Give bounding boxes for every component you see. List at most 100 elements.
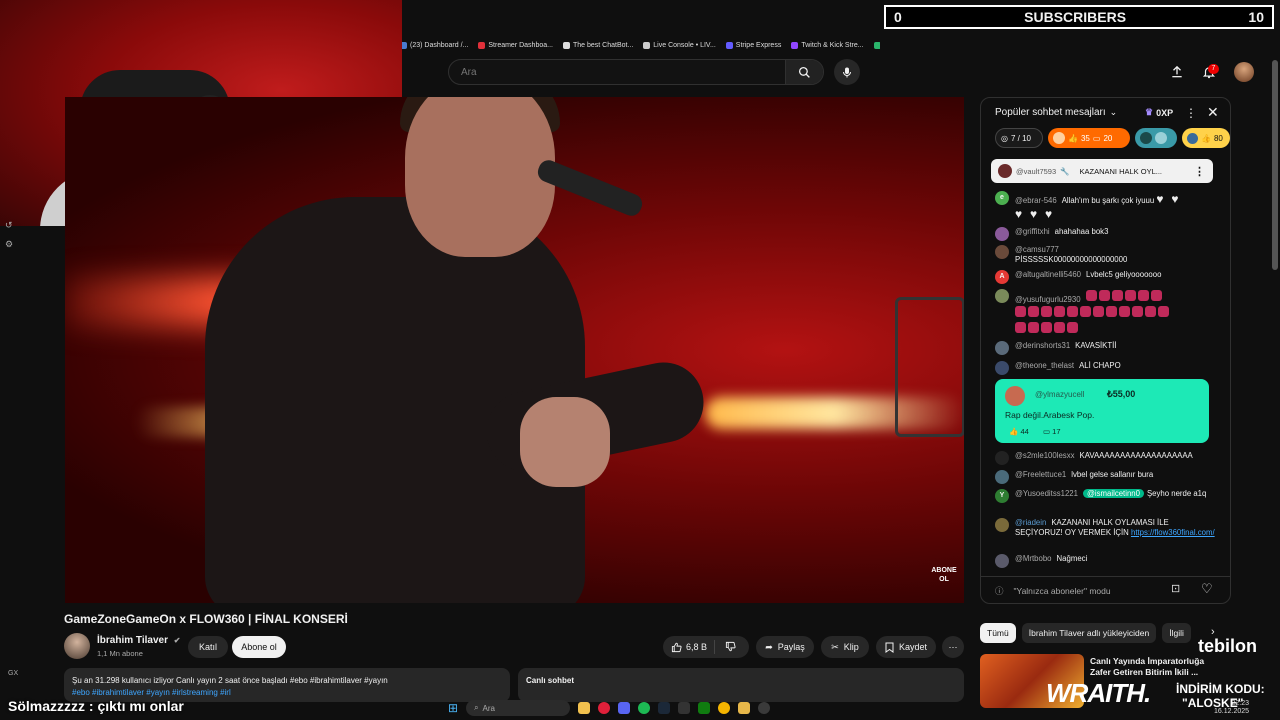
reaction-avatar-icon [1053, 132, 1065, 144]
bookmark-icon [885, 642, 894, 653]
chat-text: Lvbelc5 geliyooooooo [1086, 270, 1162, 279]
system-clock[interactable]: 22:23 16.12.2025 [1214, 700, 1249, 716]
chat-message[interactable]: @Freelettuce1 lvbel gelse sallanır bura [995, 470, 1215, 484]
account-avatar[interactable] [1234, 62, 1254, 82]
chat-message[interactable]: @Mrtbobo Nağmeci [995, 554, 1215, 568]
chat-mention[interactable]: @ismailcetinn0 [1082, 489, 1144, 498]
share-button[interactable]: ➦ Paylaş [756, 636, 814, 658]
dislike-button[interactable] [725, 641, 736, 654]
super-chat-icon[interactable]: ⊡ [1171, 582, 1180, 595]
search-input[interactable] [449, 60, 785, 84]
chat-text: Şeyho nerde a1q [1146, 489, 1207, 498]
channel-avatar[interactable] [64, 633, 90, 659]
bookmark-item[interactable]: (23) Dashboard /... [400, 41, 468, 49]
chat-message[interactable]: e @ebrar-546 Allah'ım bu şarkı çok iyuuu … [995, 191, 1215, 221]
windows-start-icon[interactable]: ⊞ [448, 701, 458, 715]
voice-search-button[interactable] [834, 59, 860, 85]
super-chat-reply-button[interactable]: ▭ 17 [1043, 427, 1061, 436]
discord-icon[interactable] [618, 702, 631, 714]
goal-progress-chip[interactable]: ◎ 7 / 10 [995, 128, 1043, 148]
xbox-icon[interactable] [698, 702, 711, 714]
reactions-chip[interactable]: 👍 35 ▭ 20 [1048, 128, 1130, 148]
xp-value: 0XP [1156, 107, 1174, 118]
xp-badge[interactable]: ♛ 0XP [1145, 107, 1173, 118]
spotify-icon[interactable] [638, 702, 651, 714]
video-player[interactable] [65, 97, 964, 603]
chat-avatar [995, 451, 1009, 465]
super-chat-like-button[interactable]: 👍 44 [1009, 427, 1029, 436]
tab-related[interactable]: İlgili [1162, 623, 1191, 643]
file-explorer-icon[interactable] [578, 702, 591, 714]
gold-reactions-chip[interactable]: 👍 80 [1182, 128, 1230, 148]
chat-message[interactable]: @riadein KAZANANI HALK OYLAMASI İLE SEÇİY… [995, 518, 1215, 538]
description-box[interactable]: Şu an 31.298 kullanıcı izliyor Canlı yay… [64, 668, 510, 702]
bookmark-item[interactable]: The best ChatBot... [562, 41, 633, 49]
bookmark-item[interactable]: Twitch & Kick Stre... [791, 41, 864, 49]
heart-icon[interactable]: ♡ [1201, 581, 1213, 597]
page-scrollbar[interactable] [1272, 60, 1278, 270]
chat-message[interactable]: @derinshorts31 KAVASİKTİİ [995, 341, 1215, 355]
related-video-title[interactable]: Canlı Yayında İmparatorluğa Zafer Getire… [1090, 656, 1210, 678]
opera-gx-icon[interactable] [598, 702, 611, 714]
heart-emoji-icon: ♥ [1156, 192, 1164, 206]
channel-name-text[interactable]: İbrahim Tilaver [97, 635, 168, 646]
description-tags[interactable]: #ebo #ibrahimtilaver #yayın #irlstreamin… [72, 688, 502, 697]
upload-button[interactable] [1166, 61, 1188, 83]
chat-mode-label: Popüler sohbet mesajları [995, 107, 1106, 118]
emotes-chip[interactable] [1135, 128, 1177, 148]
chrome-icon[interactable] [718, 702, 731, 714]
chat-message[interactable]: @theone_thelast ALİ CHAPO [995, 361, 1215, 375]
clip-button[interactable]: ✂ Klip [821, 636, 869, 658]
obs-icon[interactable] [758, 702, 771, 714]
chat-more-button[interactable]: ⋮ [1185, 106, 1197, 120]
history-icon[interactable]: ↺ [5, 220, 19, 231]
reactions-count: 35 [1080, 133, 1090, 143]
chat-message[interactable]: @s2mle100lesxx KAVAAAAAAAAAAAAAAAAAAA [995, 451, 1215, 465]
chat-text: PİSSSSSK00000000000000000 [1015, 255, 1128, 264]
bookmark-item[interactable]: Oyuneks - Türkiye... [873, 41, 880, 49]
live-chat-replay-box[interactable]: Canlı sohbet [518, 668, 964, 702]
bookmark-item[interactable]: Live Console • LIV... [643, 41, 716, 49]
bookmark-item[interactable]: Streamer Dashboa... [478, 41, 553, 49]
subscribe-button[interactable]: Abone ol [232, 636, 286, 658]
like-button[interactable]: 6,8 B [671, 642, 707, 653]
chat-message[interactable]: @camsu777 PİSSSSSK00000000000000000 [995, 245, 1215, 265]
microphone-icon [843, 67, 851, 77]
info-icon[interactable]: ⓘ [995, 585, 1004, 597]
chat-username: @Mrtbobo [1015, 554, 1052, 563]
bookmark-item[interactable]: Stripe Express [725, 41, 781, 49]
chat-input-area[interactable]: ⓘ "Yalnızca aboneler" modu ⊡ ♡ [981, 576, 1230, 603]
subscribe-watermark[interactable]: ABONE OL [928, 566, 960, 590]
chat-link[interactable]: https://flow360final.com/ [1131, 528, 1215, 537]
taskbar-search[interactable]: ⌕ Ara [466, 700, 571, 716]
search-button[interactable] [785, 60, 823, 84]
super-chat-message[interactable]: @ylmazyucell ₺55,00 Rap değil.Arabesk Po… [995, 379, 1209, 443]
steam-icon[interactable] [658, 702, 671, 714]
chat-message[interactable]: @yusufugurlu2930 [995, 289, 1215, 337]
gold-count: 80 [1213, 133, 1223, 143]
bookmarks-bar: (23) Dashboard /... Streamer Dashboa... Th… [400, 36, 880, 54]
goal-progress-value: 7 / 10 [1010, 133, 1031, 143]
save-button[interactable]: Kaydet [876, 636, 936, 658]
bookmark-favicon-icon [791, 41, 799, 49]
epic-games-icon[interactable] [678, 702, 691, 714]
emote-icon [1140, 132, 1152, 144]
pinned-message[interactable]: @vault7593 🔧 KAZANANI HALK OYL... ⋮ [991, 159, 1213, 183]
chat-mode-dropdown[interactable]: Popüler sohbet mesajları ⌄ [995, 107, 1117, 118]
more-actions-button[interactable]: ⋯ [942, 636, 964, 658]
promo-brand: WRAITH. [1046, 678, 1151, 708]
join-button[interactable]: Katıl [188, 636, 228, 658]
chat-message[interactable]: A @altugaltinelli5460 Lvbelc5 geliyoooooo… [995, 270, 1215, 284]
tab-all[interactable]: Tümü [980, 623, 1016, 643]
pinned-more-icon[interactable]: ⋮ [1194, 165, 1205, 178]
bookmark-favicon-icon [478, 41, 486, 49]
chat-message[interactable]: @griffitxhi ahahahaa bok3 [995, 227, 1215, 241]
channel-name[interactable]: İbrahim Tilaver ✔ [97, 635, 180, 646]
gear-icon[interactable]: ⚙ [5, 239, 19, 250]
folder-icon[interactable] [738, 702, 751, 714]
chat-username: @derinshorts31 [1015, 341, 1071, 350]
chat-close-button[interactable]: ✕ [1207, 104, 1219, 121]
wrench-icon: 🔧 [1060, 166, 1070, 176]
chat-message[interactable]: Y @Yusoeditss1221 @ismailcetinn0 Şeyho ner… [995, 489, 1215, 503]
tab-from-uploader[interactable]: İbrahim Tilaver adlı yükleyiciden [1021, 623, 1157, 643]
